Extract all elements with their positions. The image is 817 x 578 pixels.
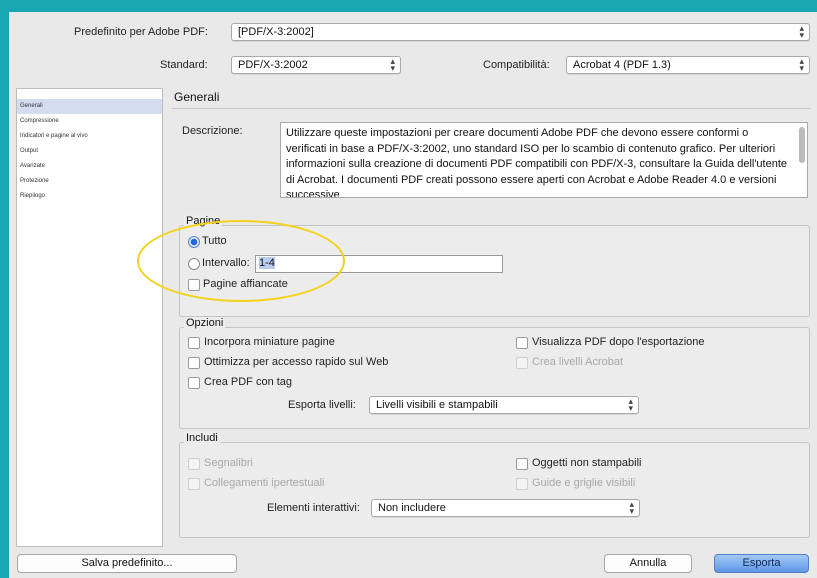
description-scrollbar[interactable] [799, 127, 805, 163]
segnalibri-label: Segnalibri [204, 457, 253, 469]
sidebar-item-avanzate[interactable]: Avanzate [17, 159, 162, 174]
sidebar-item-output[interactable]: Output [17, 144, 162, 159]
tag-checkbox[interactable] [188, 377, 200, 389]
esporta-livelli-value: Livelli visibili e stampabili [376, 399, 498, 411]
select-arrows-icon: ▴ ▾ [799, 56, 804, 73]
tag-label: Crea PDF con tag [204, 376, 293, 388]
ottimizza-label: Ottimizza per accesso rapido sul Web [204, 356, 389, 368]
title-divider [172, 108, 810, 109]
esporta-livelli-label: Esporta livelli: [288, 399, 356, 411]
standard-select[interactable]: PDF/X-3:2002 ▴ ▾ [231, 56, 401, 74]
esporta-livelli-select[interactable]: Livelli visibili e stampabili ▴ ▾ [369, 396, 639, 414]
sidebar-item-generali[interactable]: Generali [17, 99, 162, 114]
description-label: Descrizione: [182, 125, 243, 137]
sidebar: Generali Compressione Indicatori e pagin… [16, 88, 163, 547]
description-box[interactable]: Utilizzare queste impostazioni per crear… [280, 122, 808, 198]
compat-select[interactable]: Acrobat 4 (PDF 1.3) ▴ ▾ [566, 56, 810, 74]
compat-label: Compatibilità: [483, 59, 550, 71]
salva-predefinito-button[interactable]: Salva predefinito... [17, 554, 237, 573]
preset-value: [PDF/X-3:2002] [238, 26, 314, 38]
sidebar-item-indicatori[interactable]: Indicatori e pagine al vivo [17, 129, 162, 144]
collegamenti-label: Collegamenti ipertestuali [204, 477, 325, 489]
miniature-checkbox[interactable] [188, 337, 200, 349]
guide-label: Guide e griglie visibili [532, 477, 636, 489]
select-arrows-icon: ▴ ▾ [799, 23, 804, 40]
sidebar-item-riepilogo[interactable]: Riepilogo [17, 189, 162, 204]
collegamenti-checkbox [188, 478, 200, 490]
select-arrows-icon: ▴ ▾ [390, 56, 395, 73]
preset-label: Predefinito per Adobe PDF: [74, 26, 208, 38]
visualizza-checkbox[interactable] [516, 337, 528, 349]
sidebar-item-compressione[interactable]: Compressione [17, 114, 162, 129]
page-title: Generali [174, 90, 220, 104]
elementi-value: Non includere [378, 502, 446, 514]
opzioni-title: Opzioni [184, 317, 226, 329]
select-arrows-icon: ▴ ▾ [628, 396, 633, 413]
description-text: Utilizzare queste impostazioni per crear… [286, 127, 788, 198]
visualizza-label: Visualizza PDF dopo l'esportazione [532, 336, 705, 348]
esporta-button[interactable]: Esporta [714, 554, 809, 573]
livelli-acrobat-checkbox [516, 357, 528, 369]
livelli-acrobat-label: Crea livelli Acrobat [532, 356, 624, 368]
guide-checkbox [516, 478, 528, 490]
oggetti-label: Oggetti non stampabili [532, 457, 642, 469]
oggetti-checkbox[interactable] [516, 458, 528, 470]
annulla-button[interactable]: Annulla [604, 554, 692, 573]
ottimizza-checkbox[interactable] [188, 357, 200, 369]
miniature-label: Incorpora miniature pagine [204, 336, 335, 348]
select-arrows-icon: ▴ ▾ [629, 499, 634, 516]
compat-value: Acrobat 4 (PDF 1.3) [573, 59, 671, 71]
standard-value: PDF/X-3:2002 [238, 59, 308, 71]
elementi-select[interactable]: Non includere ▴ ▾ [371, 499, 640, 517]
includi-group [179, 442, 810, 538]
sidebar-item-protezione[interactable]: Protezione [17, 174, 162, 189]
highlight-ellipse [137, 220, 345, 302]
export-pdf-dialog: Predefinito per Adobe PDF: [PDF/X-3:2002… [9, 12, 817, 578]
standard-label: Standard: [160, 59, 208, 71]
segnalibri-checkbox [188, 458, 200, 470]
elementi-label: Elementi interattivi: [267, 502, 360, 514]
includi-title: Includi [184, 432, 220, 444]
preset-select[interactable]: [PDF/X-3:2002] ▴ ▾ [231, 23, 810, 41]
